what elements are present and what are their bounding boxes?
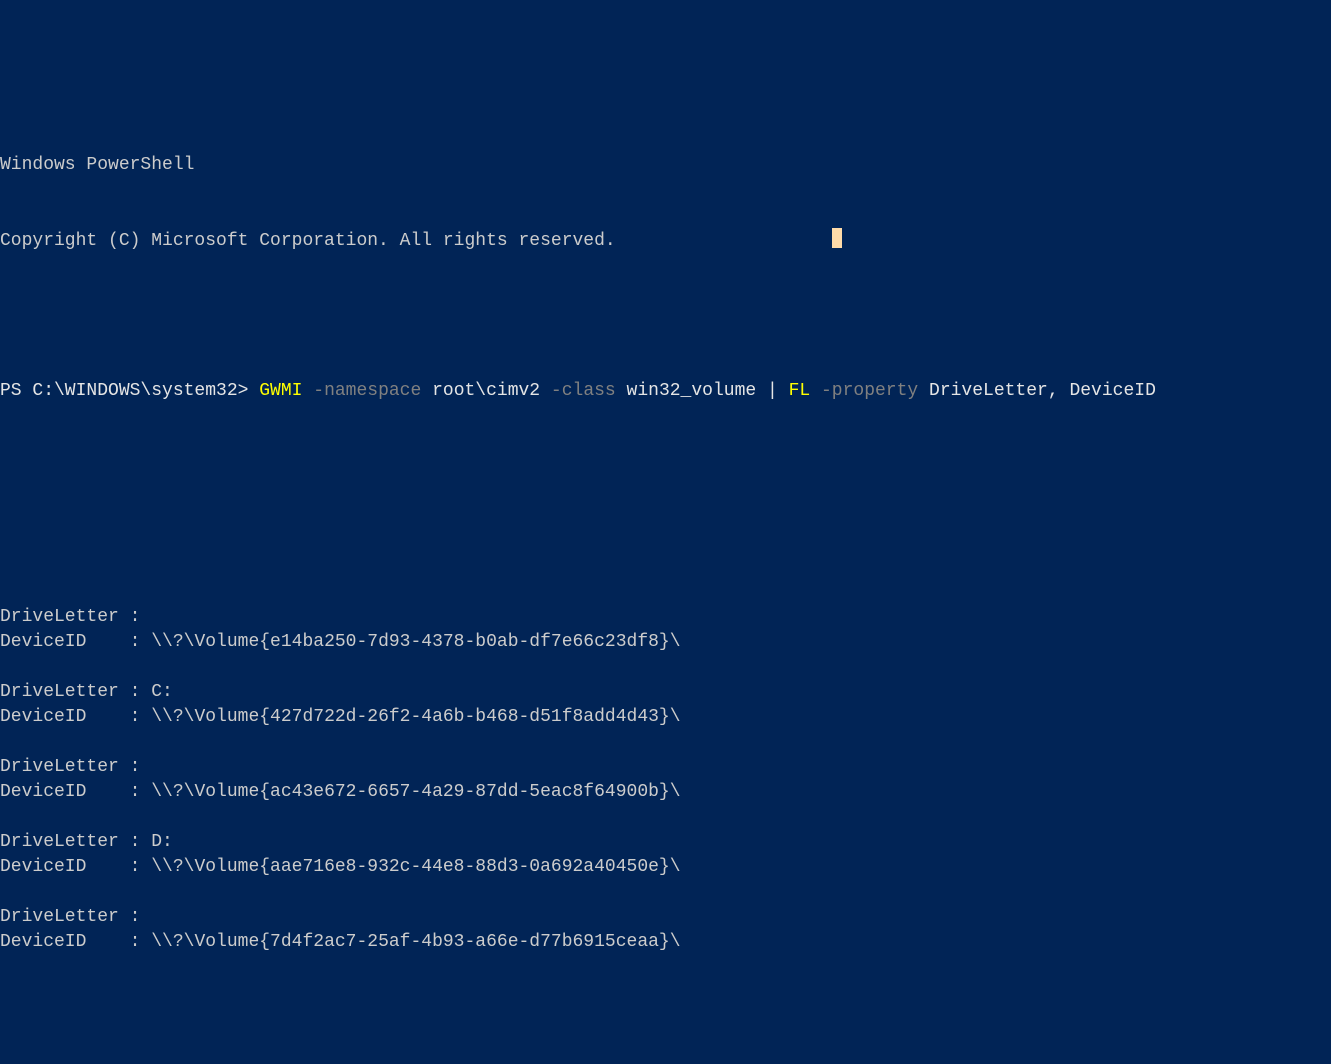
arg-namespace: root\cimv2 xyxy=(432,381,540,401)
blank-line xyxy=(0,455,1331,480)
output-deviceid-line: DeviceID : \\?\Volume{7d4f2ac7-25af-4b93… xyxy=(0,930,1331,955)
value-driveletter: C: xyxy=(151,682,173,702)
label-driveletter: DriveLetter xyxy=(0,682,119,702)
arg-class: win32_volume xyxy=(627,381,757,401)
value-driveletter: D: xyxy=(151,832,173,852)
label-deviceid: DeviceID xyxy=(0,932,119,952)
label-deviceid: DeviceID xyxy=(0,632,119,652)
output-driveletter-line: DriveLetter : C: xyxy=(0,680,1331,705)
separator: : xyxy=(119,682,151,702)
blank-line xyxy=(0,304,1331,329)
value-deviceid: \\?\Volume{7d4f2ac7-25af-4b93-a66e-d77b6… xyxy=(151,932,680,952)
label-deviceid: DeviceID xyxy=(0,707,119,727)
blank-line xyxy=(0,530,1331,555)
separator: : xyxy=(119,782,151,802)
output-deviceid-line: DeviceID : \\?\Volume{ac43e672-6657-4a29… xyxy=(0,780,1331,805)
header-title: Windows PowerShell xyxy=(0,153,1331,178)
cmd-gwmi: GWMI xyxy=(259,381,302,401)
separator: : xyxy=(119,832,151,852)
separator: : xyxy=(119,932,151,952)
separator: : xyxy=(119,607,151,627)
label-deviceid: DeviceID xyxy=(0,857,119,877)
separator: : xyxy=(119,707,151,727)
separator: : xyxy=(119,757,151,777)
prompt-prefix: PS C:\WINDOWS\system32> xyxy=(0,381,259,401)
blank-line xyxy=(0,655,1331,680)
blank-line xyxy=(0,730,1331,755)
value-deviceid: \\?\Volume{ac43e672-6657-4a29-87dd-5eac8… xyxy=(151,782,680,802)
cmd-fl: FL xyxy=(789,381,811,401)
label-driveletter: DriveLetter xyxy=(0,757,119,777)
command-line[interactable]: PS C:\WINDOWS\system32> GWMI -namespace … xyxy=(0,379,1331,404)
output-deviceid-line: DeviceID : \\?\Volume{aae716e8-932c-44e8… xyxy=(0,855,1331,880)
param-namespace: -namespace xyxy=(302,381,432,401)
param-class: -class xyxy=(540,381,626,401)
label-driveletter: DriveLetter xyxy=(0,832,119,852)
separator: : xyxy=(119,632,151,652)
title-text: Windows PowerShell xyxy=(0,155,194,175)
cursor-icon xyxy=(832,228,842,248)
label-driveletter: DriveLetter xyxy=(0,607,119,627)
separator: : xyxy=(119,857,151,877)
value-deviceid: \\?\Volume{427d722d-26f2-4a6b-b468-d51f8… xyxy=(151,707,680,727)
blank-line xyxy=(0,805,1331,830)
pipe: | xyxy=(756,381,788,401)
powershell-terminal[interactable]: Windows PowerShell Copyright (C) Microso… xyxy=(0,101,1331,981)
output-container: DriveLetter : DeviceID : \\?\Volume{e14b… xyxy=(0,605,1331,955)
arg-driveletter: DriveLetter xyxy=(929,381,1048,401)
output-driveletter-line: DriveLetter : xyxy=(0,605,1331,630)
blank-line xyxy=(0,880,1331,905)
header-copyright: Copyright (C) Microsoft Corporation. All… xyxy=(0,229,1331,254)
param-property: -property xyxy=(810,381,929,401)
separator: : xyxy=(119,907,151,927)
comma: , xyxy=(1048,381,1070,401)
output-driveletter-line: DriveLetter : xyxy=(0,755,1331,780)
output-deviceid-line: DeviceID : \\?\Volume{e14ba250-7d93-4378… xyxy=(0,630,1331,655)
value-deviceid: \\?\Volume{e14ba250-7d93-4378-b0ab-df7e6… xyxy=(151,632,680,652)
output-driveletter-line: DriveLetter : xyxy=(0,905,1331,930)
output-driveletter-line: DriveLetter : D: xyxy=(0,830,1331,855)
copyright-text: Copyright (C) Microsoft Corporation. All… xyxy=(0,231,616,251)
output-deviceid-line: DeviceID : \\?\Volume{427d722d-26f2-4a6b… xyxy=(0,705,1331,730)
value-deviceid: \\?\Volume{aae716e8-932c-44e8-88d3-0a692… xyxy=(151,857,680,877)
arg-deviceid: DeviceID xyxy=(1069,381,1155,401)
label-driveletter: DriveLetter xyxy=(0,907,119,927)
label-deviceid: DeviceID xyxy=(0,782,119,802)
